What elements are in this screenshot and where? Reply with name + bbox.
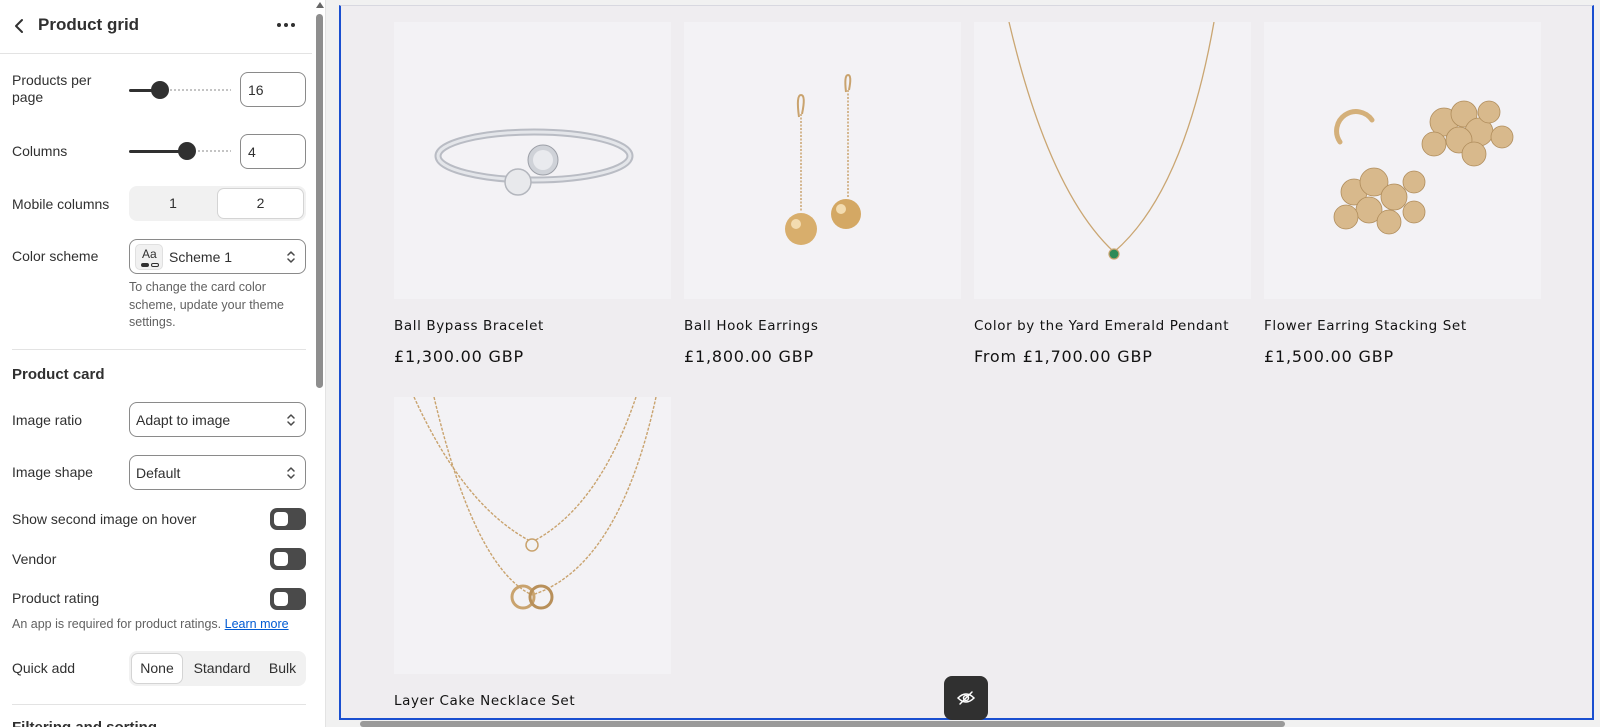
color-scheme-select[interactable]: Aa Scheme 1 bbox=[129, 239, 306, 274]
image-ratio-label: Image ratio bbox=[12, 412, 83, 428]
slider-thumb[interactable] bbox=[178, 142, 196, 160]
scroll-up-icon[interactable] bbox=[316, 2, 324, 8]
columns-input[interactable]: 4 bbox=[240, 134, 306, 169]
quick-add-option-standard[interactable]: Standard bbox=[184, 653, 260, 684]
image-shape-select[interactable]: Default bbox=[129, 455, 306, 490]
quick-add-option-bulk[interactable]: Bulk bbox=[261, 653, 304, 684]
slider-thumb[interactable] bbox=[151, 81, 169, 99]
product-price: £1,800.00 GBP bbox=[684, 347, 814, 366]
updown-icon bbox=[287, 467, 295, 479]
columns-label: Columns bbox=[12, 143, 68, 159]
product-image[interactable] bbox=[684, 22, 961, 299]
mobile-columns-label: Mobile columns bbox=[12, 196, 110, 212]
mobile-columns-option-2[interactable]: 2 bbox=[217, 188, 304, 219]
swatch-button-outline bbox=[151, 263, 159, 267]
product-price: From £1,700.00 GBP bbox=[974, 347, 1153, 366]
product-title[interactable]: Ball Bypass Bracelet bbox=[394, 318, 544, 334]
show-second-image-label: Show second image on hover bbox=[12, 511, 197, 527]
products-per-page-input[interactable]: 16 bbox=[240, 72, 306, 107]
earrings-image bbox=[785, 73, 861, 245]
bracelet-image bbox=[434, 128, 634, 196]
product-rating-label: Product rating bbox=[12, 590, 100, 606]
product-title[interactable]: Flower Earring Stacking Set bbox=[1264, 318, 1467, 334]
quick-add-option-none[interactable]: None bbox=[131, 653, 183, 684]
divider bbox=[12, 349, 306, 350]
swatch-button-filled bbox=[141, 263, 149, 267]
divider bbox=[12, 704, 306, 705]
updown-icon bbox=[287, 251, 295, 263]
product-image[interactable] bbox=[394, 397, 671, 674]
mobile-columns-option-1[interactable]: 1 bbox=[131, 188, 215, 219]
learn-more-link[interactable]: Learn more bbox=[225, 617, 289, 631]
flower-earrings-image bbox=[1333, 100, 1514, 235]
hide-preview-button[interactable] bbox=[944, 676, 988, 720]
image-ratio-select[interactable]: Adapt to image bbox=[129, 402, 306, 437]
updown-icon bbox=[287, 414, 295, 426]
image-ratio-value: Adapt to image bbox=[136, 412, 231, 428]
swatch-text: Aa bbox=[142, 247, 157, 261]
product-price: £1,500.00 GBP bbox=[1264, 347, 1394, 366]
preview-frame: Ball Bypass Bracelet £1,300.00 GBP Ball … bbox=[339, 5, 1594, 720]
necklace-image bbox=[413, 397, 657, 610]
storefront-preview: Ball Bypass Bracelet £1,300.00 GBP Ball … bbox=[326, 0, 1600, 727]
quick-add-segmented: None Standard Bulk bbox=[129, 651, 306, 686]
columns-slider[interactable] bbox=[129, 141, 231, 161]
sidebar-scrollbar[interactable] bbox=[313, 0, 325, 727]
more-icon[interactable] bbox=[274, 14, 298, 36]
filtering-sorting-heading: Filtering and sorting bbox=[12, 719, 157, 727]
product-image[interactable] bbox=[1264, 22, 1541, 299]
quick-add-label: Quick add bbox=[12, 660, 76, 676]
product-rating-toggle[interactable] bbox=[270, 588, 306, 610]
color-scheme-label: Color scheme bbox=[12, 248, 99, 264]
color-scheme-value: Scheme 1 bbox=[169, 249, 233, 265]
back-icon[interactable] bbox=[10, 16, 30, 36]
color-scheme-help: To change the card color scheme, update … bbox=[129, 280, 284, 329]
eye-off-icon bbox=[956, 691, 976, 705]
image-shape-label: Image shape bbox=[12, 464, 93, 480]
products-per-page-label: Products per page bbox=[12, 72, 92, 105]
product-title[interactable]: Layer Cake Necklace Set bbox=[394, 693, 575, 709]
mobile-columns-segmented: 1 2 bbox=[129, 186, 306, 221]
settings-sidebar: Product grid Products per page 16 Column… bbox=[0, 0, 326, 727]
toggle-knob bbox=[274, 592, 288, 606]
color-scheme-swatch: Aa bbox=[135, 244, 163, 270]
product-title[interactable]: Ball Hook Earrings bbox=[684, 318, 818, 334]
scrollbar-thumb[interactable] bbox=[316, 14, 323, 388]
page-title: Product grid bbox=[38, 15, 140, 34]
sidebar-header: Product grid bbox=[0, 0, 312, 54]
product-rating-help: An app is required for product ratings. … bbox=[12, 616, 312, 634]
product-image[interactable] bbox=[974, 22, 1251, 299]
pendant-image bbox=[1008, 22, 1215, 260]
show-second-image-toggle[interactable] bbox=[270, 508, 306, 530]
image-shape-value: Default bbox=[136, 465, 181, 481]
product-image[interactable] bbox=[394, 22, 671, 299]
product-price: £1,300.00 GBP bbox=[394, 347, 524, 366]
product-title[interactable]: Color by the Yard Emerald Pendant bbox=[974, 318, 1229, 334]
vendor-toggle[interactable] bbox=[270, 548, 306, 570]
theme-editor: Product grid Products per page 16 Column… bbox=[0, 0, 1600, 727]
products-per-page-slider[interactable] bbox=[129, 80, 231, 100]
vendor-label: Vendor bbox=[12, 551, 57, 567]
toggle-knob bbox=[274, 552, 288, 566]
preview-horizontal-scrollbar[interactable] bbox=[360, 721, 1285, 727]
product-rating-help-text: An app is required for product ratings. bbox=[12, 617, 222, 631]
product-card-heading: Product card bbox=[12, 366, 105, 383]
toggle-knob bbox=[274, 512, 288, 526]
